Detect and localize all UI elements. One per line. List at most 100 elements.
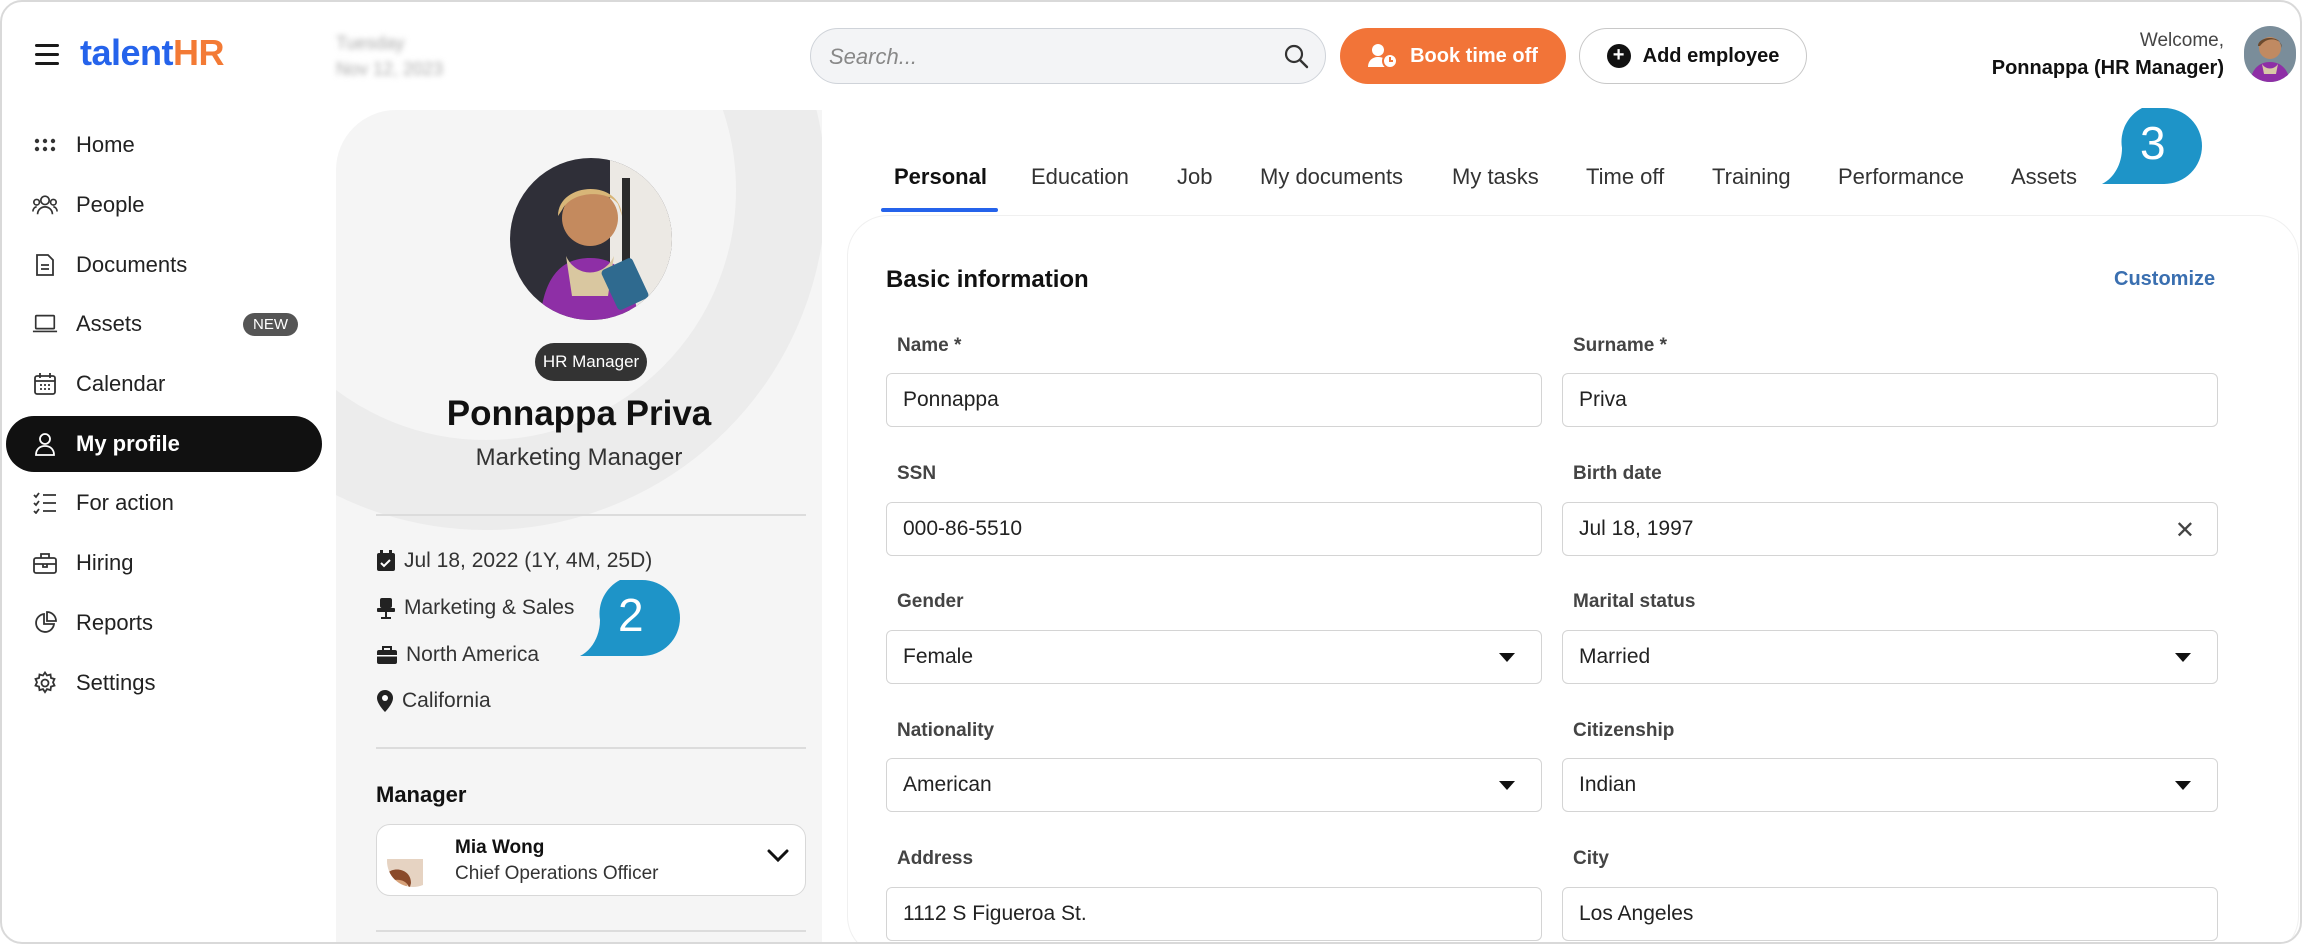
marital-status-value: Married	[1579, 645, 1651, 668]
tab-job[interactable]: Job	[1177, 164, 1212, 214]
profile-name: Ponnappa Priva	[446, 394, 712, 433]
customize-link[interactable]: Customize	[2114, 268, 2215, 291]
city-label: City	[1573, 848, 1609, 869]
manager-card[interactable]: Mia Wong Chief Operations Officer	[376, 824, 806, 896]
profile-job-title: Marketing Manager	[475, 444, 683, 471]
pie-chart-icon	[32, 610, 58, 636]
calendar-check-icon	[377, 550, 395, 571]
sidebar-item-my-profile[interactable]: My profile	[6, 416, 322, 472]
sidebar-item-label: Settings	[76, 670, 156, 695]
logo-text-hr: HR	[173, 32, 225, 73]
marital-status-select[interactable]: Married	[1562, 630, 2218, 684]
logo-text-talent: talent	[80, 32, 174, 73]
add-employee-button[interactable]: + Add employee	[1579, 28, 1807, 84]
tab-time-off[interactable]: Time off	[1586, 164, 1664, 214]
tab-performance[interactable]: Performance	[1838, 164, 1964, 214]
tab-my-documents[interactable]: My documents	[1260, 164, 1403, 214]
header-date-day: Tuesday	[336, 33, 405, 53]
search-placeholder: Search...	[829, 44, 918, 69]
city-field[interactable]: Los Angeles	[1562, 887, 2218, 941]
sidebar-item-label: Calendar	[76, 371, 166, 396]
ssn-label: SSN	[897, 463, 937, 484]
briefcase-icon	[32, 550, 58, 576]
sidebar-item-people[interactable]: People	[6, 177, 322, 233]
region-row: North America	[376, 640, 539, 670]
sidebar-item-home[interactable]: Home	[6, 117, 322, 173]
grid-icon	[32, 132, 58, 158]
manager-title: Chief Operations Officer	[455, 863, 659, 884]
gender-value: Female	[903, 645, 974, 668]
surname-value: Priva	[1579, 388, 1627, 411]
sidebar-item-settings[interactable]: Settings	[6, 655, 322, 711]
citizenship-value: Indian	[1579, 773, 1637, 796]
manager-avatar	[387, 835, 439, 887]
marital-status-label: Marital status	[1573, 591, 1696, 612]
birth-date-label: Birth date	[1573, 463, 1662, 484]
sidebar-item-label: People	[76, 192, 145, 217]
sidebar-item-label: Hiring	[76, 550, 134, 575]
talenthr-logo[interactable]: talentHR	[80, 32, 225, 74]
sidebar-item-label: Documents	[76, 252, 188, 277]
divider	[376, 747, 806, 749]
chevron-down-icon[interactable]	[767, 849, 789, 863]
plus-circle-icon: +	[1606, 44, 1631, 68]
sidebar-item-documents[interactable]: Documents	[6, 237, 322, 293]
basic-information-card	[848, 216, 2298, 942]
start-date-row: Jul 18, 2022 (1Y, 4M, 25D)	[376, 546, 652, 576]
divider	[376, 514, 806, 516]
birth-date-field[interactable]: Jul 18, 1997 ✕	[1562, 502, 2218, 556]
tab-training[interactable]: Training	[1712, 164, 1791, 214]
start-date-text: Jul 18, 2022 (1Y, 4M, 25D)	[404, 549, 653, 572]
active-tab-indicator	[881, 208, 998, 212]
divider	[376, 930, 806, 932]
search-input[interactable]: Search...	[810, 28, 1326, 84]
gender-select[interactable]: Female	[886, 630, 1542, 684]
tab-personal[interactable]: Personal	[894, 164, 987, 214]
sidebar-item-for-action[interactable]: For action	[6, 475, 322, 531]
callout-3: 3	[2102, 106, 2208, 186]
book-time-off-button[interactable]: Book time off	[1340, 28, 1566, 84]
tab-education[interactable]: Education	[1031, 164, 1129, 214]
caret-down-icon	[1499, 781, 1515, 790]
callout-number: 2	[618, 589, 644, 641]
user-name: Ponnappa (HR Manager)	[1991, 57, 2224, 79]
add-employee-label: Add employee	[1642, 44, 1780, 67]
address-label: Address	[897, 848, 974, 869]
profile-photo[interactable]	[510, 158, 672, 320]
gear-icon	[32, 670, 58, 696]
department-row: Marketing & Sales	[376, 593, 574, 623]
ssn-field[interactable]: 000-86-5510	[886, 502, 1542, 556]
clear-icon[interactable]: ✕	[2175, 516, 2195, 545]
user-icon	[32, 431, 58, 457]
address-value: 1112 S Figueroa St.	[903, 902, 1087, 925]
city-value: Los Angeles	[1579, 902, 1694, 925]
tab-my-tasks[interactable]: My tasks	[1452, 164, 1539, 214]
laptop-icon	[32, 311, 58, 337]
sidebar-item-calendar[interactable]: Calendar	[6, 356, 322, 412]
sidebar-item-hiring[interactable]: Hiring	[6, 535, 322, 591]
map-pin-icon	[377, 690, 393, 712]
callout-number: 3	[2140, 117, 2166, 169]
tab-assets[interactable]: Assets	[2011, 164, 2077, 214]
department-text: Marketing & Sales	[404, 596, 575, 619]
caret-down-icon	[2175, 653, 2191, 662]
book-time-off-label: Book time off	[1410, 44, 1538, 67]
user-avatar[interactable]	[2244, 26, 2296, 82]
sidebar-item-label: Reports	[76, 610, 154, 635]
search-icon[interactable]	[1283, 43, 1309, 69]
citizenship-select[interactable]: Indian	[1562, 758, 2218, 812]
surname-label: Surname *	[1573, 335, 1667, 356]
sidebar-item-label: Assets	[76, 311, 143, 336]
surname-field[interactable]: Priva	[1562, 373, 2218, 427]
nationality-select[interactable]: American	[886, 758, 1542, 812]
sidebar-item-reports[interactable]: Reports	[6, 595, 322, 651]
hamburger-menu-icon[interactable]	[35, 44, 59, 65]
gender-label: Gender	[897, 591, 964, 612]
name-field[interactable]: Ponnappa	[886, 373, 1542, 427]
sidebar-item-label: Home	[76, 132, 135, 157]
callout-2: 2	[580, 578, 686, 658]
name-value: Ponnappa	[903, 388, 999, 411]
nationality-value: American	[903, 773, 992, 796]
sidebar-item-assets[interactable]: Assets NEW	[6, 296, 322, 352]
address-field[interactable]: 1112 S Figueroa St.	[886, 887, 1542, 941]
